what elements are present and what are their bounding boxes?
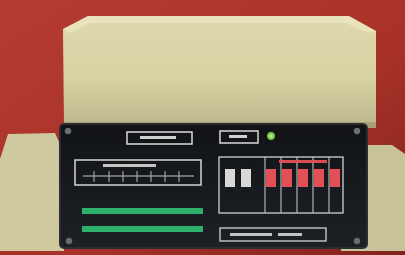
green-stripe-top: [82, 208, 203, 214]
device-photo: [0, 0, 405, 255]
bottom-label-mark-left: [230, 233, 272, 236]
switch-bank-header: [279, 160, 327, 163]
led-icon: [266, 131, 276, 141]
screw-icon: [65, 237, 73, 245]
left-foot: [0, 133, 64, 251]
screw-icon: [64, 127, 72, 135]
switch-icon: [314, 169, 324, 187]
photo-scene: [0, 0, 405, 255]
switch-icon: [298, 169, 308, 187]
switch-icon: [282, 169, 292, 187]
switch-icon: [330, 169, 340, 187]
top-label-mark-left: [140, 136, 176, 139]
switch-icon: [266, 169, 276, 187]
screw-icon: [353, 237, 361, 245]
switch-icon: [241, 169, 251, 187]
top-label-mark-right: [229, 135, 247, 138]
screw-icon: [353, 127, 361, 135]
switch-icon: [225, 169, 235, 187]
case-top: [63, 16, 376, 128]
left-display-mark: [103, 164, 156, 167]
green-stripe-bottom: [82, 226, 203, 232]
bottom-label-mark-right: [278, 233, 302, 236]
